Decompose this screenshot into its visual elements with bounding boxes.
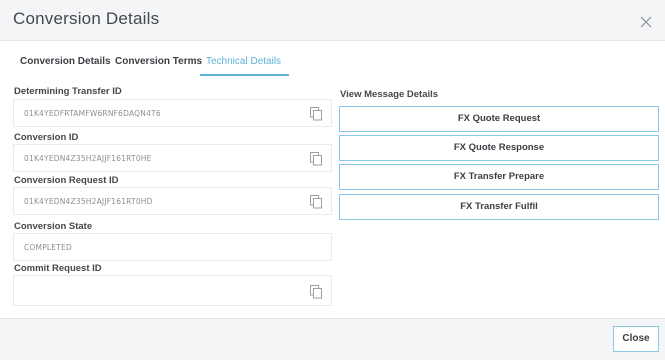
tab-conversion-details[interactable]: Conversion Details xyxy=(20,56,111,74)
fx-transfer-fulfil-button[interactable]: FX Transfer Fulfil xyxy=(339,194,659,220)
conversion-id-value: 01K4YEDN4Z35H2AJJF161RT0HE xyxy=(24,154,152,163)
determining-transfer-id-field: 01K4YEDFRTAMFW6RNF6DAQN4T6 xyxy=(13,99,332,127)
conversion-details-modal: Conversion Details Conversion Details Co… xyxy=(0,0,665,360)
view-message-details-label: View Message Details xyxy=(340,89,439,100)
determining-transfer-id-value: 01K4YEDFRTAMFW6RNF6DAQN4T6 xyxy=(24,109,161,118)
close-button[interactable]: Close xyxy=(613,326,659,352)
modal-title: Conversion Details xyxy=(13,9,160,28)
modal-header: Conversion Details xyxy=(0,0,665,41)
conversion-id-label: Conversion ID xyxy=(14,132,79,143)
conversion-id-field: 01K4YEDN4Z35H2AJJF161RT0HE xyxy=(13,144,332,172)
close-icon[interactable] xyxy=(640,13,652,28)
conversion-request-id-label: Conversion Request ID xyxy=(14,175,119,186)
conversion-state-label: Conversion State xyxy=(14,221,93,232)
active-tab-indicator xyxy=(200,74,289,76)
modal-footer: Close xyxy=(0,318,665,360)
copy-icon[interactable] xyxy=(310,194,323,209)
fx-transfer-prepare-button[interactable]: FX Transfer Prepare xyxy=(339,164,659,190)
conversion-request-id-field: 01K4YEDN4Z35H2AJJF161RT0HD xyxy=(13,187,332,215)
copy-icon[interactable] xyxy=(310,151,323,166)
copy-icon[interactable] xyxy=(310,284,323,299)
fx-quote-response-button[interactable]: FX Quote Response xyxy=(339,135,659,161)
copy-icon[interactable] xyxy=(310,106,323,121)
tab-conversion-terms[interactable]: Conversion Terms xyxy=(115,56,202,74)
conversion-request-id-value: 01K4YEDN4Z35H2AJJF161RT0HD xyxy=(24,197,153,206)
determining-transfer-id-label: Determining Transfer ID xyxy=(14,86,122,97)
conversion-state-field: COMPLETED xyxy=(13,233,332,261)
commit-request-id-field xyxy=(13,275,332,306)
commit-request-id-label: Commit Request ID xyxy=(14,263,102,274)
tab-technical-details[interactable]: Technical Details xyxy=(206,56,281,74)
fx-quote-request-button[interactable]: FX Quote Request xyxy=(339,106,659,132)
conversion-state-value: COMPLETED xyxy=(24,243,72,252)
